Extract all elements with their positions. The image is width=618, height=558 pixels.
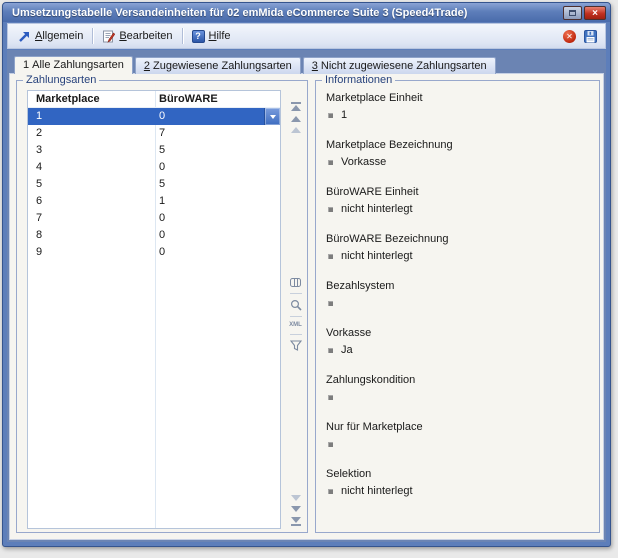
bullet-icon <box>328 301 333 306</box>
tab-nicht-zugewiesene-zahlungsarten[interactable]: 3Nicht zugewiesene Zahlungsarten <box>303 57 496 74</box>
bullet-icon <box>328 113 333 118</box>
info-list: Marketplace Einheit 1 Marketplace Bezeic… <box>326 91 593 514</box>
table-row[interactable]: 4 0 <box>28 159 280 176</box>
help-icon: ? <box>192 30 205 43</box>
group-zahlungsarten: Zahlungsarten Marketplace BüroWARE 1 0 2 <box>16 80 308 533</box>
move-bottom-icon[interactable] <box>291 517 301 526</box>
payments-table: Marketplace BüroWARE 1 0 2 7 3 5 <box>27 90 281 529</box>
table-row[interactable]: 6 1 <box>28 193 280 210</box>
tab-page: Zahlungsarten Marketplace BüroWARE 1 0 2 <box>9 73 604 540</box>
info-item-buroware-einheit: BüroWARE Einheit nicht hinterlegt <box>326 185 593 232</box>
info-item-zahlungskondition: Zahlungskondition <box>326 373 593 420</box>
dialog-window: Umsetzungstabelle Versandeinheiten für 0… <box>2 2 611 547</box>
menu-allgemein-label: Allgemein <box>35 30 83 42</box>
columns-icon[interactable] <box>289 277 302 288</box>
bullet-icon <box>328 160 333 165</box>
filter-icon[interactable] <box>290 340 302 351</box>
grid-side-toolbar: XML <box>286 90 305 529</box>
info-item-marketplace-einheit: Marketplace Einheit 1 <box>326 91 593 138</box>
info-item-marketplace-bezeichnung: Marketplace Bezeichnung Vorkasse <box>326 138 593 185</box>
close-icon: × <box>592 8 598 19</box>
menu-allgemein[interactable]: Allgemein <box>12 28 89 45</box>
restore-button[interactable] <box>563 6 582 20</box>
group-informationen-title: Informationen <box>322 74 395 86</box>
column-header-marketplace[interactable]: Marketplace <box>28 91 155 107</box>
edit-note-icon <box>102 30 115 43</box>
toolbar-separator <box>182 28 183 44</box>
menu-hilfe[interactable]: ? Hilfe <box>186 28 237 45</box>
buroware-dropdown-button[interactable] <box>264 108 280 125</box>
bullet-icon <box>328 348 333 353</box>
table-row[interactable]: 5 5 <box>28 176 280 193</box>
group-informationen: Informationen Marketplace Einheit 1 Mark… <box>315 80 600 533</box>
move-up-icon[interactable] <box>291 116 301 122</box>
close-button[interactable]: × <box>584 6 606 20</box>
bullet-icon <box>328 254 333 259</box>
tab-zugewiesene-zahlungsarten[interactable]: 2Zugewiesene Zahlungsarten <box>135 57 301 74</box>
move-down-disabled-icon[interactable] <box>291 495 301 501</box>
search-icon[interactable] <box>290 299 302 311</box>
chevron-down-icon <box>270 115 276 119</box>
info-item-buroware-bezeichnung: BüroWARE Bezeichnung nicht hinterlegt <box>326 232 593 279</box>
client-area: 1Alle Zahlungsarten 2Zugewiesene Zahlung… <box>7 50 606 542</box>
bullet-icon <box>328 395 333 400</box>
table-row[interactable]: 3 5 <box>28 142 280 159</box>
restore-icon <box>569 10 576 16</box>
toolbar: Allgemein Bearbeiten ? Hilfe ✕ <box>7 23 606 49</box>
group-zahlungsarten-title: Zahlungsarten <box>23 74 99 86</box>
menu-bearbeiten-label: Bearbeiten <box>119 30 172 42</box>
window-title: Umsetzungstabelle Versandeinheiten für 0… <box>3 7 467 19</box>
info-item-bezahlsystem: Bezahlsystem <box>326 279 593 326</box>
info-item-nur-fuer-marketplace: Nur für Marketplace <box>326 420 593 467</box>
info-item-selektion: Selektion nicht hinterlegt <box>326 467 593 514</box>
menu-bearbeiten[interactable]: Bearbeiten <box>96 28 178 45</box>
tabstrip: 1Alle Zahlungsarten 2Zugewiesene Zahlung… <box>14 56 498 74</box>
arrow-up-right-icon <box>18 30 31 43</box>
table-header: Marketplace BüroWARE <box>28 91 280 108</box>
info-item-vorkasse: Vorkasse Ja <box>326 326 593 373</box>
bullet-icon <box>328 489 333 494</box>
move-up-disabled-icon[interactable] <box>291 127 301 133</box>
table-row[interactable]: 9 0 <box>28 244 280 261</box>
save-icon[interactable] <box>584 30 597 43</box>
table-row[interactable]: 8 0 <box>28 227 280 244</box>
column-header-buroware[interactable]: BüroWARE <box>155 91 280 107</box>
titlebar: Umsetzungstabelle Versandeinheiten für 0… <box>3 3 610 22</box>
toolbar-separator <box>92 28 93 44</box>
bullet-icon <box>328 207 333 212</box>
bullet-icon <box>328 442 333 447</box>
xml-icon[interactable]: XML <box>289 322 302 329</box>
table-row[interactable]: 7 0 <box>28 210 280 227</box>
tab-alle-zahlungsarten[interactable]: 1Alle Zahlungsarten <box>14 56 133 74</box>
move-top-icon[interactable] <box>291 102 301 111</box>
table-row[interactable]: 1 0 <box>28 108 280 125</box>
table-row[interactable]: 2 7 <box>28 125 280 142</box>
cancel-icon[interactable]: ✕ <box>563 30 576 43</box>
menu-hilfe-label: Hilfe <box>209 30 231 42</box>
move-down-icon[interactable] <box>291 506 301 512</box>
